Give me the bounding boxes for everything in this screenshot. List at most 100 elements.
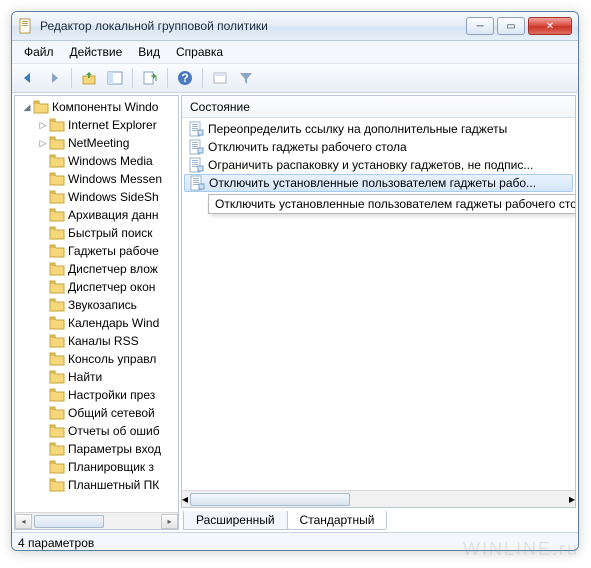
tree-item[interactable]: Звукозапись — [17, 296, 178, 314]
tree-label: Каналы RSS — [68, 334, 139, 348]
folder-icon — [49, 154, 65, 168]
list-row[interactable]: Ограничить распаковку и установку гаджет… — [182, 156, 575, 174]
expand-icon[interactable]: ▷ — [37, 137, 49, 149]
scroll-right-icon[interactable]: ▸ — [569, 492, 575, 506]
expand-icon[interactable] — [37, 227, 49, 239]
expand-icon[interactable] — [37, 461, 49, 473]
folder-icon — [49, 208, 65, 222]
expand-icon[interactable] — [37, 353, 49, 365]
tree-item[interactable]: Консоль управл — [17, 350, 178, 368]
expand-icon[interactable] — [37, 335, 49, 347]
tree-hscrollbar[interactable]: ◂ ▸ — [15, 512, 178, 529]
close-button[interactable]: ✕ — [528, 17, 572, 35]
maximize-button[interactable]: ▭ — [497, 17, 525, 35]
expand-icon[interactable] — [37, 209, 49, 221]
export-button[interactable] — [138, 66, 162, 90]
tree-item[interactable]: Архивация данн — [17, 206, 178, 224]
expand-icon[interactable] — [37, 371, 49, 383]
expand-icon[interactable] — [37, 479, 49, 491]
scroll-left-icon[interactable]: ◂ — [15, 514, 32, 529]
expand-icon[interactable]: ▷ — [37, 119, 49, 131]
tree-item[interactable]: Параметры вход — [17, 440, 178, 458]
window-title: Редактор локальной групповой политики — [40, 19, 463, 33]
row-label: Ограничить распаковку и установку гаджет… — [208, 158, 533, 172]
folder-icon — [49, 226, 65, 240]
minimize-button[interactable]: ─ — [466, 17, 494, 35]
tree-item[interactable]: Календарь Wind — [17, 314, 178, 332]
tab-extended[interactable]: Расширенный — [183, 511, 288, 530]
tree-label: Параметры вход — [68, 442, 161, 456]
tree-label: Диспетчер окон — [68, 280, 155, 294]
up-button[interactable] — [77, 66, 101, 90]
menu-help[interactable]: Справка — [168, 43, 231, 61]
show-hide-tree-button[interactable] — [103, 66, 127, 90]
menu-file[interactable]: Файл — [16, 43, 62, 61]
scroll-thumb[interactable] — [34, 515, 104, 528]
policy-list[interactable]: Состояние Переопределить ссылку на допол… — [181, 95, 576, 508]
tab-standard[interactable]: Стандартный — [287, 511, 388, 530]
collapse-icon[interactable]: ◢ — [21, 101, 33, 113]
titlebar[interactable]: Редактор локальной групповой политики ─ … — [12, 12, 578, 41]
expand-icon[interactable] — [37, 443, 49, 455]
options-button[interactable] — [208, 66, 232, 90]
column-header[interactable]: Состояние — [182, 96, 575, 118]
tree-item[interactable]: Диспетчер влож — [17, 260, 178, 278]
app-icon — [18, 18, 34, 34]
gpedit-window: Редактор локальной групповой политики ─ … — [11, 11, 579, 551]
tree-item[interactable]: Планировщик з — [17, 458, 178, 476]
folder-icon — [49, 478, 65, 492]
policy-icon — [188, 121, 204, 137]
tree-item[interactable]: Гаджеты рабоче — [17, 242, 178, 260]
forward-button[interactable] — [42, 66, 66, 90]
menu-view[interactable]: Вид — [130, 43, 168, 61]
expand-icon[interactable] — [37, 281, 49, 293]
arrow-left-icon — [20, 70, 36, 86]
expand-icon[interactable] — [37, 263, 49, 275]
tree-item[interactable]: Windows SideSh — [17, 188, 178, 206]
tree-item[interactable]: Быстрый поиск — [17, 224, 178, 242]
folder-icon — [49, 280, 65, 294]
filter-button[interactable] — [234, 66, 258, 90]
expand-icon[interactable] — [37, 425, 49, 437]
list-row[interactable]: Отключить установленные пользователем га… — [184, 174, 573, 192]
tree-label: Общий сетевой — [68, 406, 155, 420]
scroll-thumb[interactable] — [190, 493, 350, 506]
expand-icon[interactable] — [37, 407, 49, 419]
expand-icon[interactable] — [37, 245, 49, 257]
scroll-right-icon[interactable]: ▸ — [161, 514, 178, 529]
list-row[interactable]: Переопределить ссылку на дополнительные … — [182, 120, 575, 138]
tree-item[interactable]: ▷Internet Explorer — [17, 116, 178, 134]
help-button[interactable]: ? — [173, 66, 197, 90]
list-hscrollbar[interactable]: ◂ ▸ — [182, 490, 575, 507]
tree-item[interactable]: Отчеты об ошиб — [17, 422, 178, 440]
expand-icon[interactable] — [37, 191, 49, 203]
expand-icon[interactable] — [37, 389, 49, 401]
expand-icon[interactable] — [37, 173, 49, 185]
list-row[interactable]: Отключить гаджеты рабочего стола — [182, 138, 575, 156]
folder-icon — [49, 316, 65, 330]
tree-item[interactable]: ▷NetMeeting — [17, 134, 178, 152]
folder-icon — [49, 460, 65, 474]
back-button[interactable] — [16, 66, 40, 90]
tree-item[interactable]: Каналы RSS — [17, 332, 178, 350]
tree-pane[interactable]: ◢Компоненты Windo▷Internet Explorer▷NetM… — [14, 95, 179, 530]
tree-item[interactable]: Windows Messen — [17, 170, 178, 188]
scroll-track[interactable] — [32, 514, 161, 529]
window-buttons: ─ ▭ ✕ — [463, 17, 572, 35]
tree-item[interactable]: Windows Media — [17, 152, 178, 170]
tree-item[interactable]: Планшетный ПК — [17, 476, 178, 494]
tree-items: ◢Компоненты Windo▷Internet Explorer▷NetM… — [15, 96, 178, 516]
expand-icon[interactable] — [37, 317, 49, 329]
tree-label: Windows SideSh — [68, 190, 159, 204]
menu-action[interactable]: Действие — [62, 43, 131, 61]
svg-text:?: ? — [181, 71, 188, 85]
scroll-track[interactable] — [188, 492, 569, 507]
folder-icon — [49, 406, 65, 420]
tree-item[interactable]: Настройки през — [17, 386, 178, 404]
tree-item[interactable]: Найти — [17, 368, 178, 386]
tree-root[interactable]: ◢Компоненты Windo — [17, 98, 178, 116]
expand-icon[interactable] — [37, 299, 49, 311]
expand-icon[interactable] — [37, 155, 49, 167]
tree-item[interactable]: Диспетчер окон — [17, 278, 178, 296]
tree-item[interactable]: Общий сетевой — [17, 404, 178, 422]
